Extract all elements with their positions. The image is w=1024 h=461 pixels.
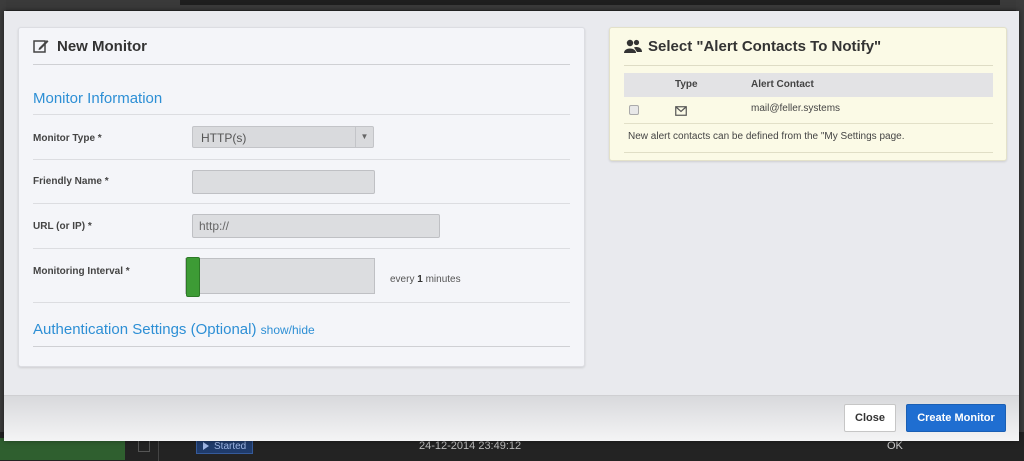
row-divider [33,159,570,160]
show-hide-link[interactable]: show/hide [261,323,315,337]
url-label: URL (or IP) * [33,221,92,232]
note-divider [624,152,993,153]
new-monitor-title: New Monitor [33,38,147,57]
close-button[interactable]: Close [844,404,896,432]
monitoring-interval-slider[interactable] [185,257,375,297]
column-alert-contact: Alert Contact [751,79,814,90]
background-checkbox [138,440,150,452]
row-divider [33,302,570,303]
row-divider [33,114,570,115]
url-input[interactable] [192,214,440,238]
alert-contacts-title: Select "Alert Contacts To Notify" [624,38,881,57]
chevron-down-icon[interactable]: ▼ [355,127,373,147]
column-type: Type [675,79,698,90]
new-monitor-modal: New Monitor Monitor Information Monitor … [4,11,1019,441]
background-status-ok: OK [887,440,903,452]
background-timestamp: 24-12-2014 23:49:12 [419,440,522,452]
modal-body: New Monitor Monitor Information Monitor … [4,11,1019,395]
row-divider [33,248,570,249]
envelope-icon [675,103,687,121]
table-row: mail@feller.systems [624,97,993,124]
interval-readout: every 1 minutes [390,274,461,285]
contact-email: mail@feller.systems [751,103,841,114]
alert-contacts-card: Select "Alert Contacts To Notify" Type A… [609,27,1007,161]
monitoring-interval-label: Monitoring Interval * [33,266,130,277]
contact-checkbox[interactable] [629,105,639,115]
monitor-type-select[interactable]: HTTP(s) ▼ [192,126,374,148]
friendly-name-input[interactable] [192,170,375,194]
row-divider [33,203,570,204]
interval-value: 1 [417,274,423,285]
background-green-bar [0,438,125,460]
play-icon [203,442,209,451]
contacts-note: New alert contacts can be defined from t… [628,131,905,142]
friendly-name-label: Friendly Name * [33,176,109,187]
monitor-information-heading: Monitor Information [33,90,163,107]
background-header [0,0,1024,10]
row-divider [33,346,570,347]
users-icon [624,39,642,57]
new-monitor-card: New Monitor Monitor Information Monitor … [18,27,585,367]
monitor-type-value: HTTP(s) [201,131,247,145]
monitor-type-label: Monitor Type * [33,133,102,144]
authentication-settings-heading: Authentication Settings (Optional) show/… [33,321,315,338]
background-status-badge: Started [196,439,254,454]
background-toolbar [180,0,1000,5]
contacts-table-header: Type Alert Contact [624,73,993,97]
create-monitor-button[interactable]: Create Monitor [906,404,1006,432]
title-divider [624,65,993,66]
slider-handle[interactable] [186,257,200,297]
modal-footer: Close Create Monitor [4,395,1019,441]
title-divider [33,64,570,65]
edit-icon [33,38,51,57]
